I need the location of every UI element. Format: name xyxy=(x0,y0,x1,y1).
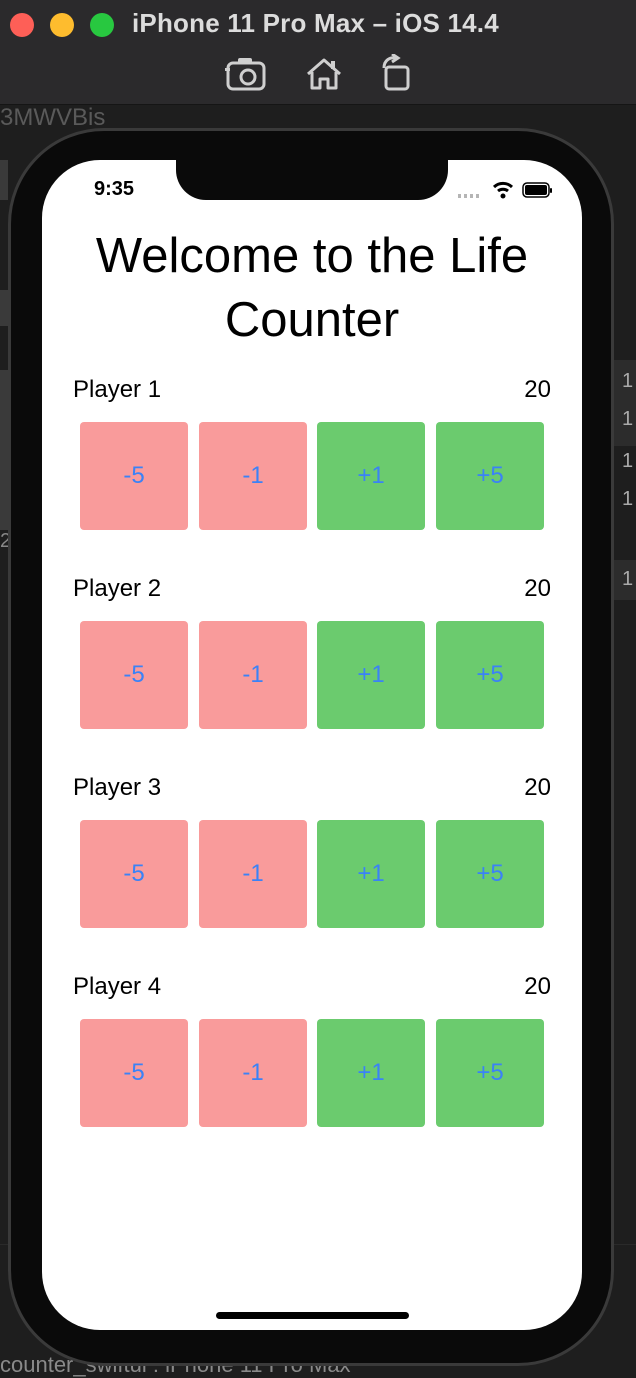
minus-one-button[interactable]: -1 xyxy=(199,422,307,530)
close-window-button[interactable] xyxy=(10,13,34,37)
player-life-total: 20 xyxy=(524,973,551,1000)
player-name: Player 4 xyxy=(73,973,162,1000)
background-line-number: 1 xyxy=(622,450,634,472)
background-line-number: 1 xyxy=(622,370,634,392)
window-title: iPhone 11 Pro Max – iOS 14.4 xyxy=(132,8,499,38)
minus-one-button[interactable]: -1 xyxy=(199,820,307,928)
background-panel xyxy=(0,160,8,200)
plus-one-button[interactable]: +1 xyxy=(317,820,425,928)
player-life-total: 20 xyxy=(524,575,551,602)
signal-icon xyxy=(458,194,479,198)
minus-five-button[interactable]: -5 xyxy=(80,621,188,729)
background-panel xyxy=(0,370,8,530)
status-icons xyxy=(458,180,554,200)
plus-five-button[interactable]: +5 xyxy=(436,621,544,729)
minimize-window-button[interactable] xyxy=(50,13,74,37)
wifi-icon xyxy=(492,181,514,199)
plus-five-button[interactable]: +5 xyxy=(436,422,544,530)
minus-one-button[interactable]: -1 xyxy=(199,1019,307,1127)
status-time: 9:35 xyxy=(94,178,135,200)
background-xcode-text: 3MWVBis xyxy=(0,104,106,131)
background-line-number: 1 xyxy=(622,568,634,590)
player-life-total: 20 xyxy=(524,774,551,801)
player-life-total: 20 xyxy=(524,376,551,403)
background-line-number: 1 xyxy=(622,488,634,510)
plus-one-button[interactable]: +1 xyxy=(317,1019,425,1127)
minus-one-button[interactable]: -1 xyxy=(199,621,307,729)
iphone-screen: 9:35 Welcome to the Life Counter Player … xyxy=(42,160,582,1330)
plus-one-button[interactable]: +1 xyxy=(317,422,425,530)
battery-icon xyxy=(522,182,552,198)
zoom-window-button[interactable] xyxy=(90,13,114,37)
home-indicator[interactable] xyxy=(216,1312,409,1319)
plus-five-button[interactable]: +5 xyxy=(436,820,544,928)
background-line-number: 1 xyxy=(622,408,634,430)
player-name: Player 3 xyxy=(73,774,162,801)
page-title: Welcome to the Life Counter xyxy=(95,229,529,347)
plus-one-button[interactable]: +1 xyxy=(317,621,425,729)
minus-five-button[interactable]: -5 xyxy=(80,1019,188,1127)
simulator-titlebar: iPhone 11 Pro Max – iOS 14.4 xyxy=(0,0,636,105)
screenshot-icon[interactable] xyxy=(224,54,268,94)
notch xyxy=(176,160,448,200)
minus-five-button[interactable]: -5 xyxy=(80,422,188,530)
player-name: Player 2 xyxy=(73,575,162,602)
player-name: Player 1 xyxy=(73,376,162,403)
rotate-icon[interactable] xyxy=(376,52,420,94)
home-icon[interactable] xyxy=(302,54,346,94)
minus-five-button[interactable]: -5 xyxy=(80,820,188,928)
background-panel xyxy=(0,290,8,326)
plus-five-button[interactable]: +5 xyxy=(436,1019,544,1127)
